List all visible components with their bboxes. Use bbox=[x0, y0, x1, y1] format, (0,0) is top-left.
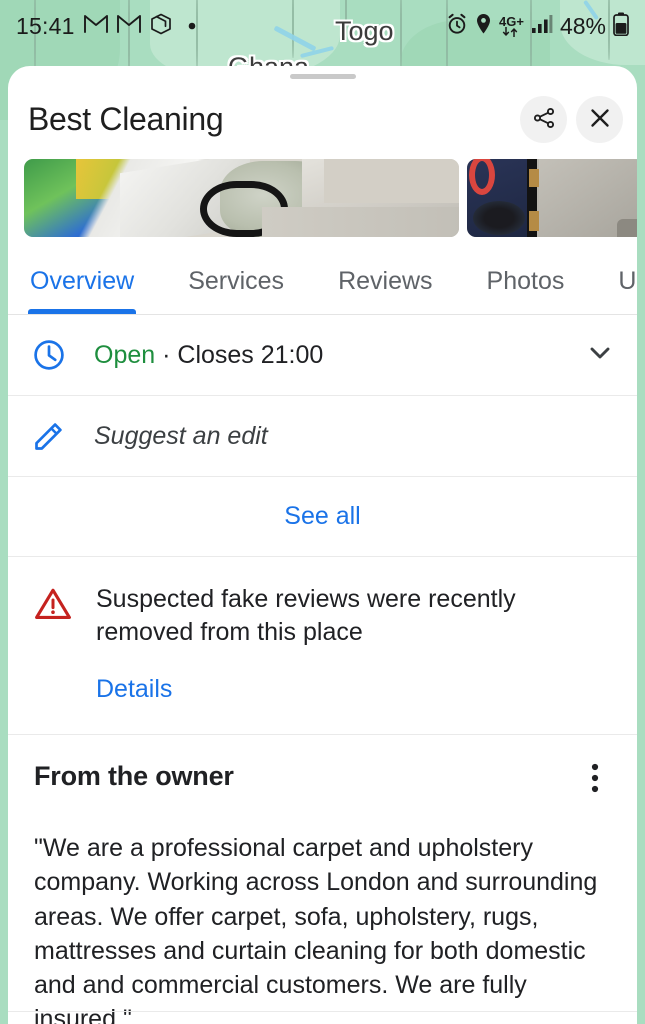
owner-section-header: From the owner bbox=[34, 761, 615, 799]
owner-overflow-menu-button[interactable] bbox=[575, 759, 615, 799]
closing-time-label: Closes 21:00 bbox=[177, 340, 324, 369]
tab-services[interactable]: Services bbox=[188, 267, 284, 314]
suggest-edit-row[interactable]: Suggest an edit bbox=[8, 396, 637, 477]
tab-overview[interactable]: Overview bbox=[27, 267, 137, 314]
close-button[interactable] bbox=[576, 96, 623, 143]
share-button[interactable] bbox=[520, 96, 567, 143]
gmail-icon bbox=[116, 14, 141, 38]
from-the-owner-section: From the owner "We are a professional ca… bbox=[8, 735, 637, 1024]
more-vert-icon bbox=[591, 762, 599, 797]
pencil-icon bbox=[32, 419, 94, 453]
battery-percent-label: 48% bbox=[559, 12, 606, 39]
location-pin-icon bbox=[475, 13, 492, 40]
dot-icon bbox=[188, 17, 196, 35]
hours-row[interactable]: Open · Closes 21:00 bbox=[8, 315, 637, 396]
chevron-down-icon[interactable] bbox=[585, 338, 615, 373]
fake-reviews-details-link[interactable]: Details bbox=[96, 675, 172, 704]
photo-strip[interactable] bbox=[8, 151, 637, 237]
tab-photos[interactable]: Photos bbox=[487, 267, 565, 314]
tab-bar[interactable]: Overview Services Reviews Photos Upd bbox=[8, 237, 637, 315]
package-icon bbox=[150, 13, 172, 40]
owner-description-text: "We are a professional carpet and uphols… bbox=[34, 834, 598, 1024]
gmail-icon bbox=[83, 14, 108, 38]
tab-updates[interactable]: Upd bbox=[618, 267, 637, 314]
place-details-bottom-sheet[interactable]: Best Cleaning Overview Services Reviews … bbox=[8, 66, 637, 1024]
page-title: Best Cleaning bbox=[28, 101, 224, 137]
mobile-data-icon: 4G+ bbox=[499, 15, 524, 37]
status-bar-left: 15:41 bbox=[16, 13, 196, 40]
photo-region bbox=[324, 159, 459, 203]
clock-icon bbox=[32, 338, 94, 372]
open-status-label: Open bbox=[94, 340, 156, 369]
see-all-link[interactable]: See all bbox=[284, 502, 360, 531]
fake-reviews-warning-section: Suspected fake reviews were recently rem… bbox=[8, 557, 637, 735]
warning-triangle-icon bbox=[34, 583, 96, 704]
photo-region bbox=[262, 207, 459, 237]
status-bar: 15:41 4G+ 48% bbox=[0, 0, 645, 52]
place-photo-1[interactable] bbox=[24, 159, 459, 237]
hours-separator: · bbox=[155, 340, 178, 369]
close-icon bbox=[588, 106, 612, 133]
place-photo-2[interactable] bbox=[467, 159, 637, 237]
alarm-icon bbox=[446, 13, 468, 40]
signal-bars-icon bbox=[531, 14, 553, 39]
hours-status-text: Open · Closes 21:00 bbox=[94, 341, 585, 370]
photo-region bbox=[473, 201, 525, 235]
sheet-header: Best Cleaning bbox=[8, 79, 637, 151]
fake-reviews-message: Suspected fake reviews were recently rem… bbox=[96, 585, 516, 646]
see-all-row[interactable]: See all bbox=[8, 477, 637, 557]
fake-reviews-body: Suspected fake reviews were recently rem… bbox=[96, 583, 615, 704]
share-icon bbox=[532, 106, 556, 133]
status-clock: 15:41 bbox=[16, 12, 75, 39]
battery-icon bbox=[613, 12, 629, 41]
photo-region bbox=[617, 219, 637, 237]
bottom-divider bbox=[8, 1011, 637, 1012]
status-bar-right: 4G+ 48% bbox=[446, 12, 629, 41]
suggest-edit-label: Suggest an edit bbox=[94, 421, 268, 450]
tab-reviews[interactable]: Reviews bbox=[338, 267, 432, 314]
owner-section-title: From the owner bbox=[34, 761, 234, 791]
